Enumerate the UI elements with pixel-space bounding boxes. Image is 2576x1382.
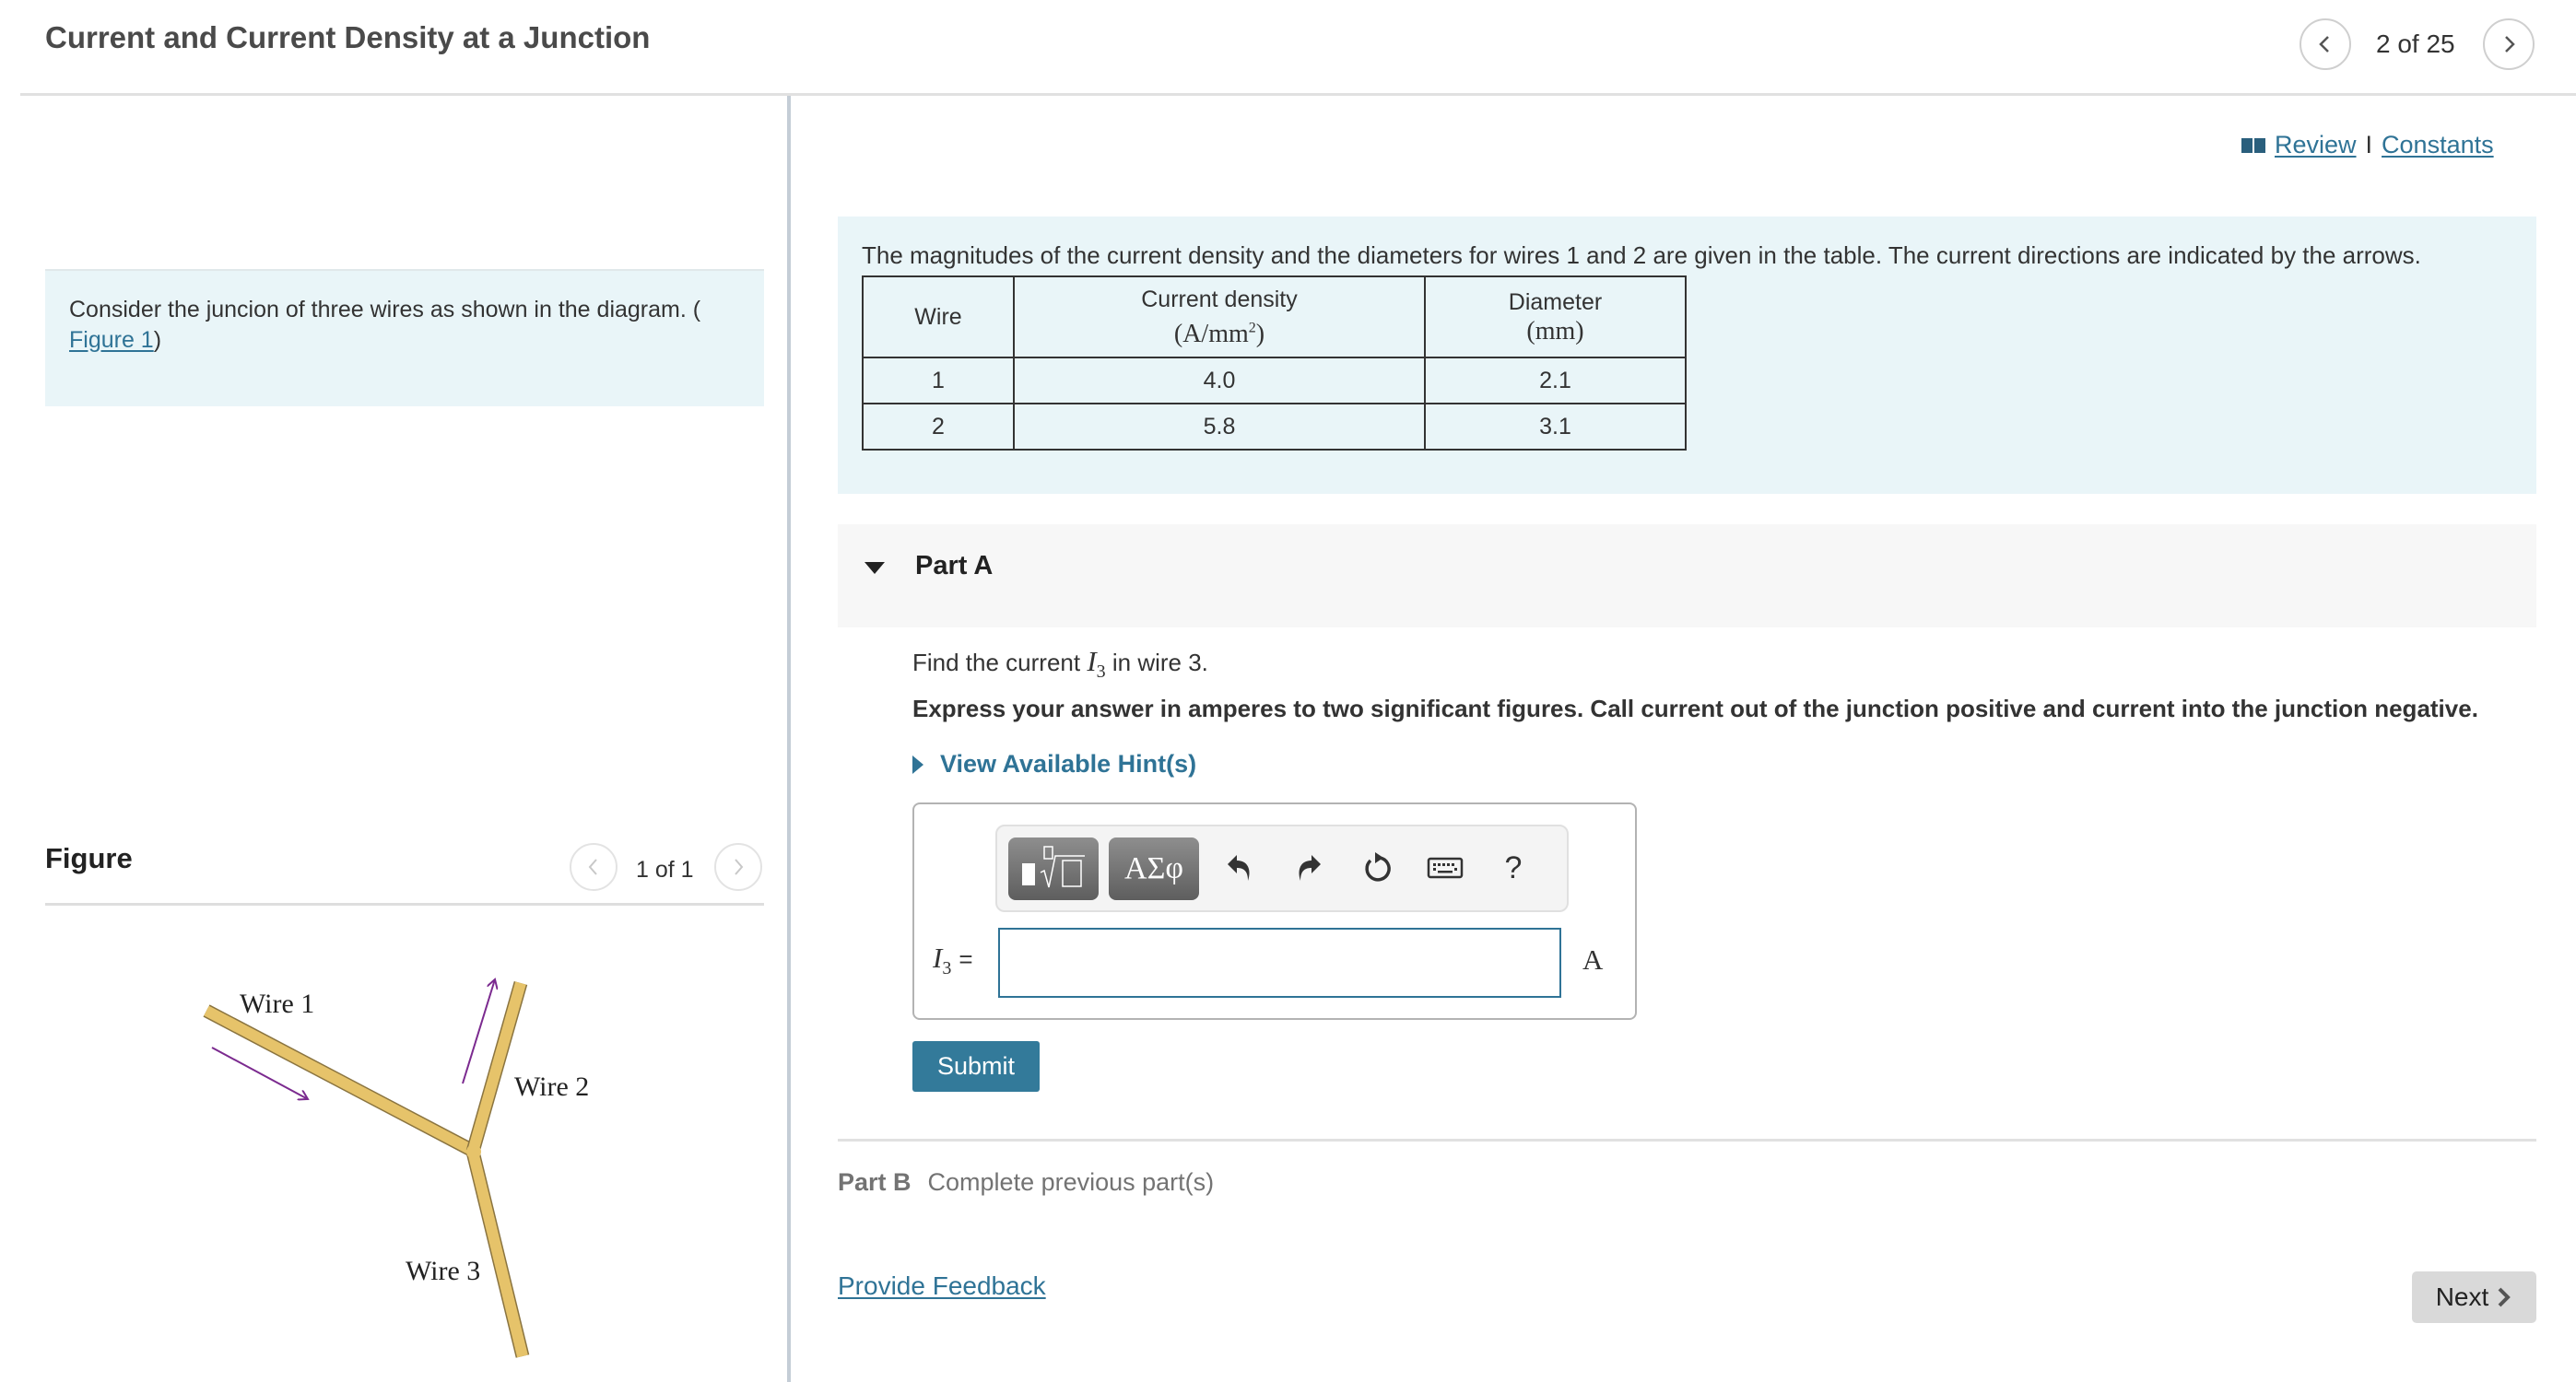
- keyboard-button[interactable]: [1422, 845, 1468, 891]
- figure-link[interactable]: Figure 1: [69, 327, 154, 353]
- part-a-title: Part A: [915, 551, 994, 580]
- next-button[interactable]: Next: [2412, 1271, 2536, 1323]
- wire-1-label: Wire 1: [240, 989, 314, 1019]
- link-separator: I: [2365, 131, 2373, 158]
- header-diameter-unit: (mm): [1526, 317, 1584, 346]
- header-current-density-unit: (A/mm2): [1173, 320, 1265, 349]
- wire-3: [465, 1150, 530, 1358]
- header-wire: Wire: [862, 275, 1015, 358]
- question-text: Find the current I3 in wire 3.: [912, 645, 1208, 683]
- chevron-right-icon: [2498, 1287, 2511, 1307]
- item-counter: 2 of 25: [2376, 29, 2455, 58]
- figure-counter: 1 of 1: [636, 857, 694, 883]
- answer-label: I3 =: [933, 942, 973, 979]
- problem-info-box: The magnitudes of the current density an…: [838, 217, 2536, 494]
- figure-next-button[interactable]: [714, 843, 762, 891]
- chevron-right-icon: [2505, 36, 2515, 53]
- answer-unit: A: [1582, 943, 1604, 976]
- part-b-status: Complete previous part(s): [927, 1168, 1215, 1196]
- table-row: 1 4.0 2.1: [862, 357, 1687, 404]
- header-wire-title: Wire: [914, 304, 962, 330]
- cell-wire: 1: [862, 357, 1015, 404]
- keyboard-icon: [1427, 857, 1464, 879]
- part-divider: [838, 1139, 2536, 1142]
- table-header-row: Wire Current density (A/mm2) Diameter (m…: [862, 275, 1687, 358]
- redo-icon: [1299, 855, 1321, 881]
- book-icon: [2241, 137, 2265, 153]
- help-button[interactable]: ?: [1490, 845, 1536, 891]
- variable-i3: I3: [1087, 645, 1106, 683]
- cell-current-density: 5.8: [1013, 403, 1426, 451]
- intro-text: Consider the juncion of three wires as s…: [69, 297, 701, 322]
- cell-diameter: 2.1: [1424, 357, 1687, 404]
- wire-1: [203, 1004, 478, 1158]
- chevron-left-icon: [2319, 36, 2329, 53]
- header-current-density-title: Current density: [1141, 286, 1298, 312]
- problem-info-text: The magnitudes of the current density an…: [862, 241, 2421, 269]
- redo-button[interactable]: [1286, 845, 1332, 891]
- part-b-row: Part B Complete previous part(s): [838, 1168, 1214, 1197]
- cell-wire: 2: [862, 403, 1015, 451]
- junction-diagram: Wire 1 Wire 2 Wire 3: [203, 949, 589, 1358]
- templates-sqrt-icon: [1022, 846, 1085, 888]
- answer-input[interactable]: [998, 928, 1561, 998]
- header-diameter-title: Diameter: [1508, 289, 1603, 315]
- wire-2-label: Wire 2: [514, 1072, 589, 1102]
- wire-2: [465, 980, 528, 1154]
- provide-feedback-link[interactable]: Provide Feedback: [838, 1271, 1046, 1301]
- review-link[interactable]: Review: [2275, 131, 2357, 159]
- figure-prev-button[interactable]: [570, 843, 618, 891]
- reference-links: Review I Constants: [2241, 131, 2494, 159]
- constants-link[interactable]: Constants: [2382, 131, 2494, 159]
- chevron-left-icon: [588, 859, 597, 875]
- next-item-button[interactable]: [2483, 18, 2535, 70]
- reset-button[interactable]: [1354, 845, 1400, 891]
- undo-icon: [1228, 855, 1250, 881]
- chevron-right-icon: [735, 859, 744, 875]
- undo-button[interactable]: [1217, 845, 1263, 891]
- pane-divider[interactable]: [787, 96, 791, 1382]
- next-label: Next: [2435, 1282, 2489, 1311]
- cell-current-density: 4.0: [1013, 357, 1426, 404]
- figure-heading: Figure: [45, 842, 133, 874]
- table-row: 2 5.8 3.1: [862, 403, 1687, 451]
- part-b-title: Part B: [838, 1168, 912, 1196]
- cell-diameter: 3.1: [1424, 403, 1687, 451]
- header-current-density: Current density (A/mm2): [1013, 275, 1426, 358]
- wire-data-table: Wire Current density (A/mm2) Diameter (m…: [862, 275, 1687, 451]
- templates-button[interactable]: [1008, 837, 1099, 900]
- answer-instructions: Express your answer in amperes to two si…: [912, 695, 2478, 722]
- page-title: Current and Current Density at a Junctio…: [45, 20, 651, 54]
- header-diameter: Diameter (mm): [1424, 275, 1687, 358]
- junction-node: [466, 1144, 481, 1159]
- wire-3-label: Wire 3: [406, 1256, 480, 1286]
- submit-button[interactable]: Submit: [912, 1041, 1040, 1092]
- view-hints-toggle[interactable]: View Available Hint(s): [912, 750, 1196, 779]
- prev-item-button[interactable]: [2300, 18, 2351, 70]
- header-divider: [20, 93, 2576, 96]
- view-hints-label: View Available Hint(s): [940, 750, 1197, 778]
- greek-symbols-button[interactable]: ΑΣφ: [1109, 837, 1199, 900]
- figure-divider: [45, 903, 764, 906]
- intro-close: ): [153, 327, 162, 353]
- expand-caret-icon: [912, 755, 923, 774]
- intro-box: Consider the juncion of three wires as s…: [45, 269, 764, 406]
- reset-icon: [1365, 852, 1391, 882]
- collapse-caret-icon[interactable]: [865, 562, 885, 574]
- part-a-header[interactable]: [838, 524, 2536, 627]
